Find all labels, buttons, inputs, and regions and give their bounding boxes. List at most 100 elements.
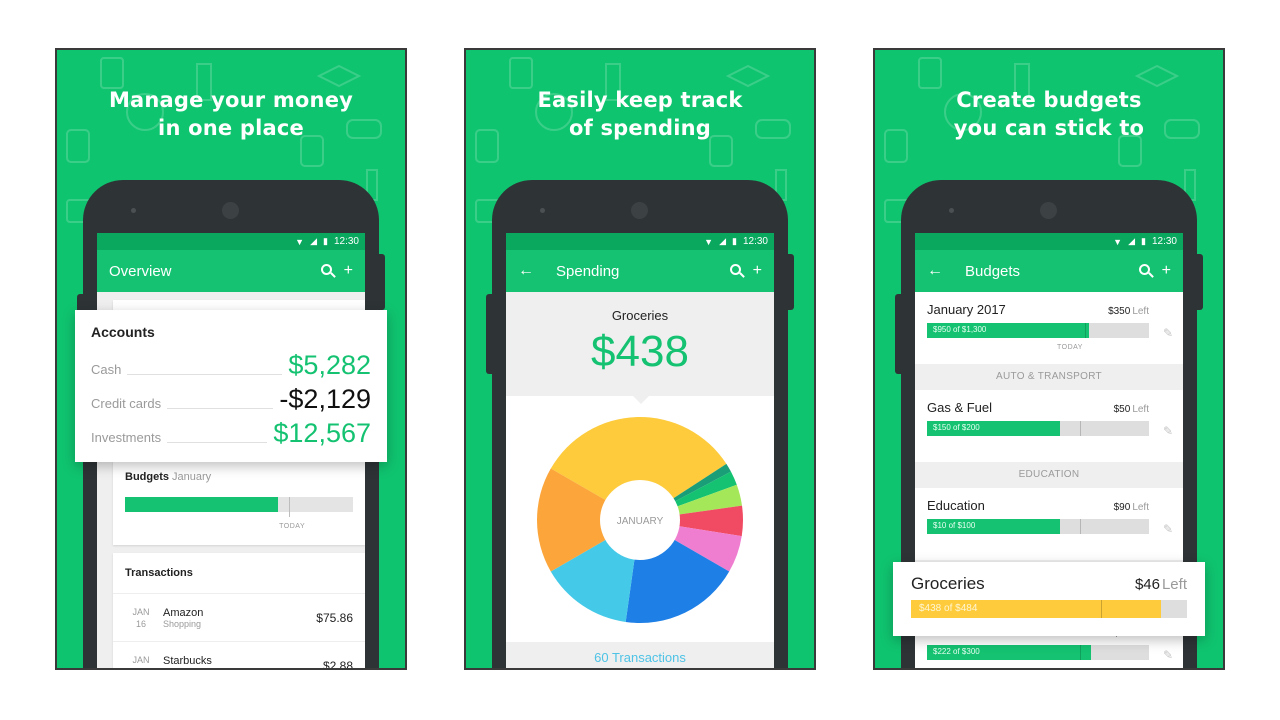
transaction-date: JAN16 [132, 606, 150, 629]
app-bar-title: Spending [556, 262, 620, 280]
clock: 12:30 [333, 236, 359, 247]
status-bar: ▼ ◢ ▮ 12:30 [97, 233, 365, 250]
accounts-card[interactable]: Accounts Cash $5,282 Credit cards -$2,12… [75, 310, 387, 462]
transaction-name: Starbucks [163, 654, 212, 667]
headline-line-1: Create budgets [956, 88, 1142, 112]
status-bar: ▼ ◢ ▮ 12:30 [506, 233, 774, 250]
transactions-link[interactable]: 60 Transactions [506, 642, 774, 668]
search-button[interactable] [729, 262, 741, 280]
panel-overview: Manage your money in one place ▼ ◢ ▮ 12:… [55, 48, 407, 670]
plus-icon: + [752, 262, 762, 279]
budget-item-overall[interactable]: January 2017 $350 Left $950 of $1,300 TOD… [915, 292, 1183, 364]
account-label: Investments [91, 430, 162, 445]
edit-pencil-icon[interactable]: ✎ [1163, 424, 1173, 438]
budget-bar: $10 of $100 [927, 519, 1149, 534]
transaction-row[interactable]: JAN 16 Amazon Shopping $75.86 [113, 594, 365, 642]
account-amount: -$2,129 [279, 384, 371, 414]
search-button[interactable] [1138, 262, 1150, 280]
selected-amount: $438 [591, 327, 689, 376]
transaction-row[interactable]: JAN16 StarbucksRestaurants $2.88 [113, 642, 365, 670]
panel-spending: Easily keep track of spending ▼ ◢ ▮ 12:3… [464, 48, 816, 670]
budget-name: Education [927, 498, 985, 513]
app-bar: Overview + [97, 250, 365, 292]
budget-name: January 2017 [927, 302, 1006, 317]
budget-bar-label: $10 of $100 [933, 521, 976, 530]
budget-bar: $950 of $1,300 [927, 323, 1149, 338]
headline: Manage your money in one place [57, 86, 405, 142]
budget-left-amount: $50 [1113, 404, 1131, 415]
headline-line-1: Easily keep track [537, 88, 743, 112]
budget-left-amount: $350 [1108, 306, 1131, 317]
section-header: AUTO & TRANSPORT [915, 364, 1183, 390]
account-row-investments[interactable]: Investments $12,567 [91, 414, 371, 448]
wifi-icon: ▼ [1113, 236, 1123, 247]
budgets-title: Budgets [125, 471, 169, 483]
budget-bar-label: $222 of $300 [933, 647, 980, 656]
edit-pencil-icon[interactable]: ✎ [1163, 522, 1173, 536]
plus-icon: + [1161, 262, 1171, 279]
search-icon [729, 264, 741, 275]
budget-bar-label: $950 of $1,300 [933, 325, 987, 334]
headline-line-2: of spending [568, 116, 711, 140]
front-camera [222, 202, 239, 219]
budget-name: Groceries [911, 574, 985, 593]
transactions-card: Transactions JAN 16 Amazon Shopping $75.86… [113, 553, 365, 670]
edit-pencil-icon[interactable]: ✎ [1163, 326, 1173, 340]
edit-pencil-icon[interactable]: ✎ [1163, 648, 1173, 662]
arrow-left-icon: ← [927, 262, 943, 279]
groceries-budget-card[interactable]: Groceries $46 Left $438 of $484 [893, 562, 1205, 636]
front-camera [1040, 202, 1057, 219]
budget-progress-fill [125, 497, 278, 512]
add-button[interactable]: + [753, 262, 762, 280]
budgets-card[interactable]: Budgets January TODAY [113, 461, 365, 545]
transaction-date: JAN16 [132, 654, 150, 669]
power-button [788, 254, 794, 310]
budget-bar: $438 of $484 [911, 600, 1187, 618]
account-label: Cash [91, 362, 122, 377]
add-button[interactable]: + [344, 262, 353, 280]
back-button[interactable]: ← [518, 262, 534, 280]
accounts-title: Accounts [91, 324, 155, 340]
today-label: TODAY [1057, 344, 1083, 351]
headline-line-1: Manage your money [108, 88, 354, 112]
transaction-name: Amazon [163, 606, 204, 619]
volume-button [486, 294, 492, 374]
budget-bar-label: $438 of $484 [919, 603, 978, 614]
transactions-title: Transactions [113, 553, 365, 594]
back-button[interactable]: ← [927, 262, 943, 280]
budget-item[interactable]: Education $90 Left $10 of $100 ✎ [915, 488, 1183, 560]
today-marker [1101, 600, 1103, 618]
account-amount: $12,567 [273, 418, 371, 448]
today-marker [289, 497, 291, 517]
spending-pie-chart[interactable]: JANUARY [506, 396, 774, 642]
today-marker [1080, 519, 1082, 534]
budget-name: Gas & Fuel [927, 400, 993, 415]
transaction-amount: $75.86 [316, 610, 353, 625]
wifi-icon: ▼ [704, 236, 714, 247]
pie-center-label: JANUARY [617, 516, 664, 527]
sensor-dot [540, 208, 545, 213]
transactions-link-label: 60 Transactions [594, 650, 686, 665]
account-row-credit-cards[interactable]: Credit cards -$2,129 [91, 380, 371, 414]
power-button [379, 254, 385, 310]
panel-budgets: Create budgets you can stick to ▼ ◢ ▮ 12… [873, 48, 1225, 670]
app-bar: ← Spending + [506, 250, 774, 292]
budget-left-amount: $46 [1134, 576, 1160, 593]
today-marker [1080, 421, 1082, 436]
headline-line-2: in one place [158, 116, 304, 140]
budget-item[interactable]: Gas & Fuel $50 Left $150 of $200 ✎ [915, 390, 1183, 462]
battery-icon: ▮ [732, 236, 737, 246]
battery-icon: ▮ [323, 236, 328, 246]
app-bar: ← Budgets + [915, 250, 1183, 292]
wifi-icon: ▼ [295, 236, 305, 247]
transaction-amount: $2.88 [322, 658, 353, 670]
account-label: Credit cards [91, 396, 162, 411]
clock: 12:30 [742, 236, 768, 247]
selected-category: Groceries [611, 308, 669, 323]
search-icon [320, 264, 332, 275]
spending-chart-area: JANUARY [506, 395, 774, 642]
add-button[interactable]: + [1162, 262, 1171, 280]
account-row-cash[interactable]: Cash $5,282 [91, 346, 371, 380]
search-button[interactable] [320, 262, 332, 280]
signal-icon: ◢ [719, 236, 727, 246]
